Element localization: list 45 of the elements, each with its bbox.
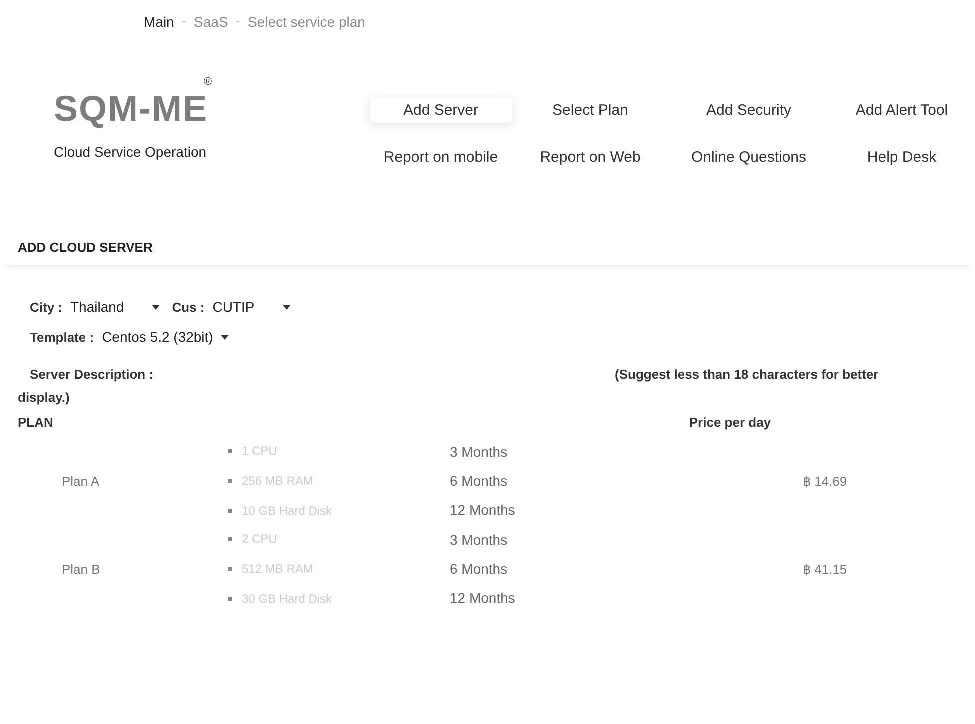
caret-icon — [152, 304, 160, 310]
dropdown[interactable]: Thailand — [70, 299, 160, 315]
nav-link[interactable]: Help Desk — [829, 145, 975, 170]
column-header: Price per day — [689, 415, 772, 430]
plan-price: ฿ 41.15 — [803, 562, 848, 576]
duration-option[interactable]: 6 Months — [450, 561, 803, 577]
bullet-icon — [228, 509, 232, 513]
plan-price: ฿ 14.69 — [803, 474, 848, 488]
dropdown[interactable]: CUTIP — [212, 299, 291, 315]
breadcrumb-separator: - — [182, 16, 186, 28]
duration-option[interactable]: 12 Months — [450, 502, 803, 518]
nav-link[interactable]: Report on mobile — [370, 145, 512, 170]
hint-text: (Suggest less than 18 characters for better — [615, 367, 880, 382]
breadcrumb-link[interactable]: Select service plan — [248, 14, 366, 30]
section-title: ADD CLOUD SERVER — [0, 234, 975, 265]
field-label: Cus : — [172, 300, 205, 314]
duration-option[interactable]: 6 Months — [450, 473, 803, 489]
bullet-icon — [228, 597, 232, 601]
bullet-icon — [228, 537, 232, 541]
hint-text: display.) — [17, 390, 71, 405]
breadcrumb-separator: - — [236, 16, 240, 28]
bullet-icon — [228, 479, 232, 483]
nav-link[interactable]: Add Server — [370, 98, 512, 123]
duration-option[interactable]: 3 Months — [450, 444, 803, 460]
bullet-icon — [228, 449, 232, 453]
caret-icon — [221, 334, 230, 340]
dropdown[interactable]: Centos 5.2 (32bit) — [102, 329, 230, 345]
column-header: PLAN — [18, 415, 54, 430]
nav-link[interactable]: Select Plan — [512, 98, 669, 123]
breadcrumb-link[interactable]: Main — [144, 14, 174, 30]
field-label: Template : — [30, 330, 94, 344]
tagline: Cloud Service Operation — [54, 144, 208, 160]
bullet-icon — [228, 567, 232, 571]
breadcrumb-link[interactable]: SaaS — [194, 14, 228, 30]
nav-link[interactable]: Add Alert Tool — [829, 98, 975, 123]
duration-option[interactable]: 12 Months — [450, 590, 803, 606]
plan-name: Plan B — [62, 562, 102, 576]
caret-icon — [282, 304, 291, 310]
field-label: City : — [30, 300, 62, 314]
nav-link[interactable]: Report on Web — [512, 145, 669, 170]
field-label: Server Description : — [30, 367, 154, 382]
duration-option[interactable]: 3 Months — [450, 532, 803, 548]
nav-link[interactable]: Online Questions — [669, 145, 829, 170]
nav-link[interactable]: Add Security — [669, 98, 829, 123]
plan-name: Plan A — [62, 474, 101, 488]
